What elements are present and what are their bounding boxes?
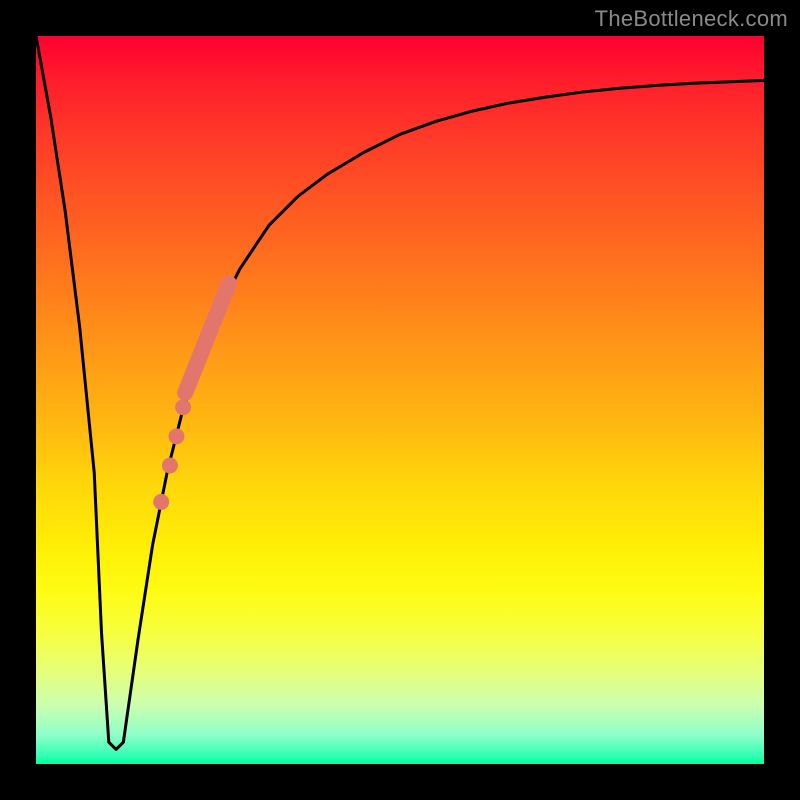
marker-dot <box>175 399 191 415</box>
marker-dot <box>169 428 185 444</box>
curve-layer <box>36 36 764 764</box>
marker-bar <box>185 284 229 393</box>
chart-frame: TheBottleneck.com <box>0 0 800 800</box>
plot-area <box>36 36 764 764</box>
bottleneck-curve <box>36 36 764 749</box>
marker-dot <box>153 494 169 510</box>
watermark-text: TheBottleneck.com <box>595 6 788 32</box>
marker-dot <box>162 458 178 474</box>
